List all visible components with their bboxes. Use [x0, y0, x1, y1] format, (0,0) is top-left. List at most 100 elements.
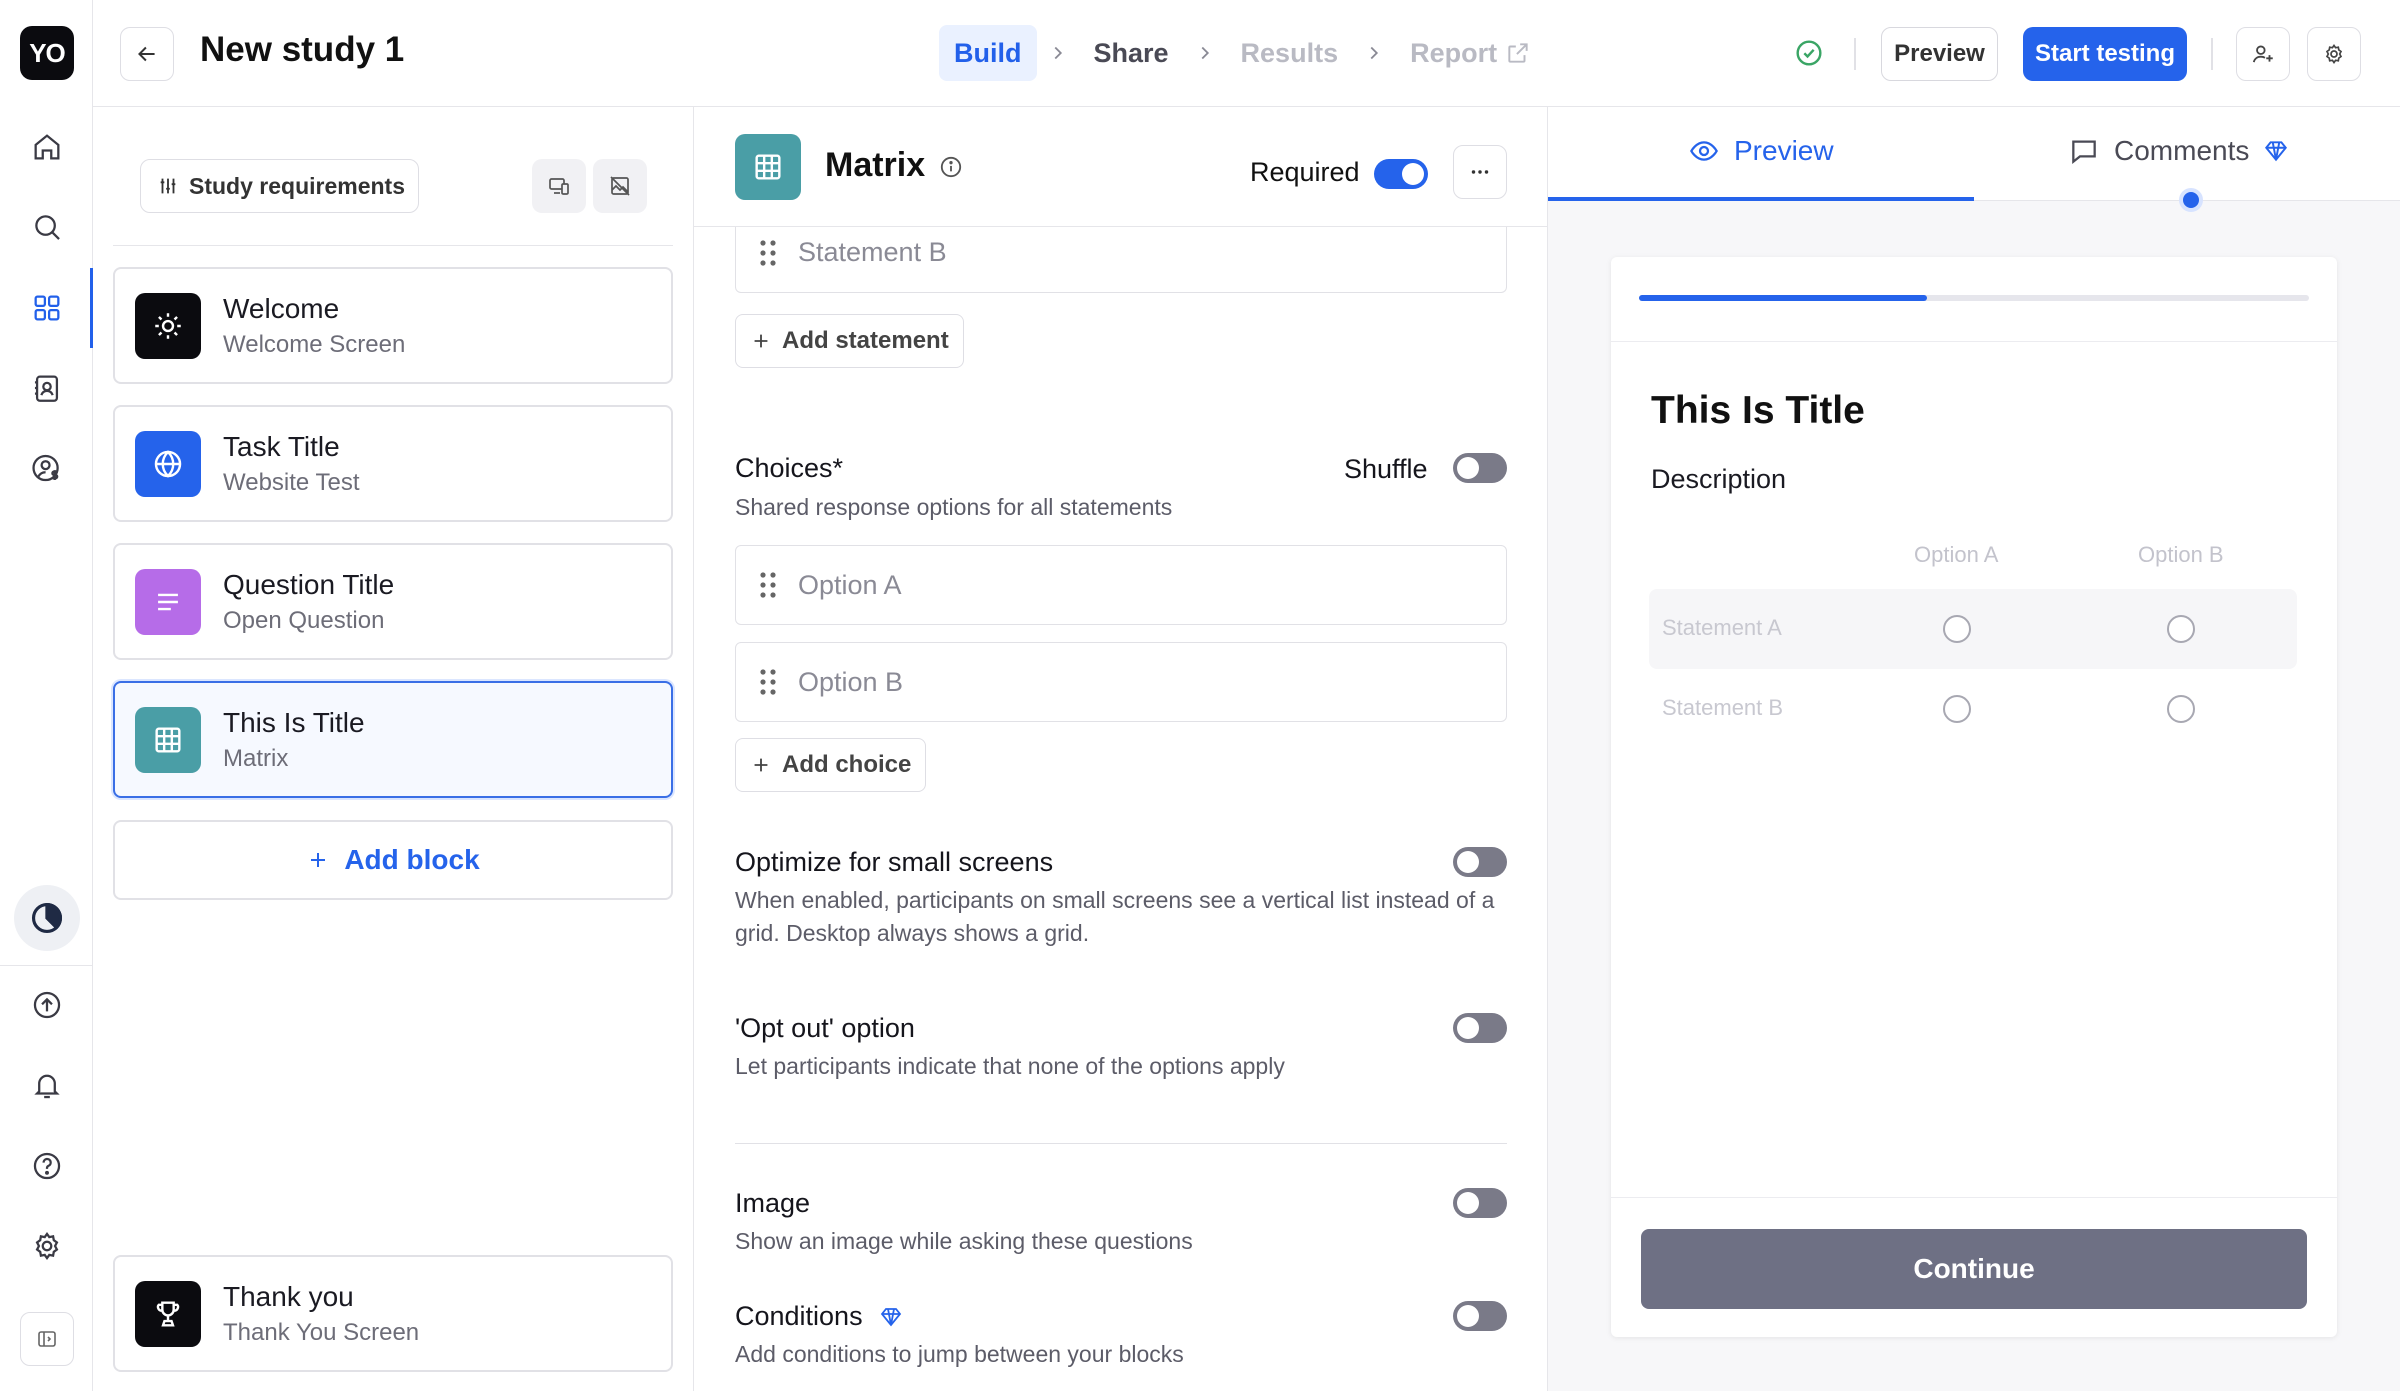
preview-button[interactable]: Preview [1881, 27, 1998, 81]
tab-comments[interactable]: Comments [2068, 135, 2289, 167]
step-report[interactable]: Report [1395, 25, 1546, 81]
preview-tabs: Preview Comments [1548, 107, 2400, 201]
hide-media-button[interactable] [593, 159, 647, 213]
block-question[interactable]: Question Title Open Question [113, 543, 673, 660]
check-circle-icon [1793, 37, 1825, 69]
bell-icon[interactable] [24, 1062, 70, 1108]
matrix-row-label: Statement A [1662, 615, 1782, 640]
drag-handle-icon[interactable] [758, 571, 778, 599]
toolbar-divider [2211, 38, 2213, 70]
user-dollar-icon[interactable] [24, 445, 70, 491]
top-bar: New study 1 Build Share Results Report P… [93, 0, 2400, 107]
conditions-description: Add conditions to jump between your bloc… [735, 1341, 1184, 1367]
block-thank-you[interactable]: Thank you Thank You Screen [113, 1255, 673, 1372]
question-description: Description [1651, 464, 1787, 494]
block-subtitle: Open Question [223, 607, 385, 634]
continue-button[interactable]: Continue [1641, 1229, 2307, 1309]
block-title: Thank you [223, 1281, 354, 1312]
study-requirements-label: Study requirements [189, 172, 405, 199]
matrix-radio[interactable] [1943, 615, 1971, 643]
step-results[interactable]: Results [1226, 25, 1354, 81]
block-subtitle: Website Test [223, 469, 360, 496]
more-options-button[interactable] [1453, 145, 1507, 199]
block-title: Task Title [223, 431, 340, 462]
choice-text: Option A [798, 569, 902, 600]
matrix-row: Statement A [1649, 589, 2297, 669]
chevron-right-icon [1047, 42, 1069, 64]
premium-diamond-icon [879, 1305, 903, 1329]
conditions-title-row: Conditions [735, 1301, 903, 1332]
sliders-icon [160, 178, 176, 194]
block-subtitle: Matrix [223, 745, 289, 772]
preview-panel: Preview Comments This Is Title Descripti… [1548, 107, 2400, 1391]
pie-chart-icon[interactable] [14, 885, 80, 951]
tab-preview-label: Preview [1734, 135, 1834, 166]
add-statement-button[interactable]: Add statement [735, 314, 964, 368]
required-toggle[interactable] [1374, 159, 1428, 189]
plus-icon [750, 330, 772, 352]
block-task[interactable]: Task Title Website Test [113, 405, 673, 522]
blocks-divider [113, 245, 673, 246]
block-matrix[interactable]: This Is Title Matrix [113, 681, 673, 798]
editor-header: Matrix Required [694, 107, 1547, 227]
comment-icon [2068, 135, 2100, 167]
upload-icon[interactable] [24, 982, 70, 1028]
contacts-icon[interactable] [24, 365, 70, 411]
matrix-radio[interactable] [2167, 695, 2195, 723]
device-preview-button[interactable] [532, 159, 586, 213]
app-logo[interactable]: YO [20, 26, 74, 80]
opt-out-toggle[interactable] [1453, 1013, 1507, 1043]
optimize-small-screens-title: Optimize for small screens [735, 847, 1054, 877]
drag-handle-icon[interactable] [758, 239, 778, 267]
block-welcome[interactable]: Welcome Welcome Screen [113, 267, 673, 384]
add-choice-button[interactable]: Add choice [735, 738, 927, 792]
chevron-right-icon [1363, 42, 1385, 64]
matrix-column-header: Option B [2138, 542, 2224, 567]
back-button[interactable] [120, 27, 174, 81]
more-horizontal-icon [1471, 170, 1489, 174]
shuffle-label: Shuffle [1344, 454, 1428, 484]
study-requirements-button[interactable]: Study requirements [140, 159, 419, 213]
block-title: This Is Title [223, 707, 365, 738]
study-title[interactable]: New study 1 [200, 30, 404, 70]
conditions-toggle[interactable] [1453, 1301, 1507, 1331]
comments-indicator-dot [2179, 188, 2203, 212]
choice-field[interactable]: Option B [735, 642, 1507, 722]
add-statement-label: Add statement [782, 327, 949, 354]
info-icon[interactable] [938, 154, 964, 180]
image-title: Image [735, 1188, 811, 1218]
home-icon[interactable] [24, 124, 70, 170]
image-toggle[interactable] [1453, 1188, 1507, 1218]
opt-out-title: 'Opt out' option [735, 1013, 915, 1043]
choice-field[interactable]: Option A [735, 545, 1507, 625]
help-icon[interactable] [24, 1143, 70, 1189]
required-label: Required [1250, 157, 1360, 187]
trophy-icon [135, 1281, 201, 1347]
external-link-icon [1505, 40, 1531, 66]
tab-preview[interactable]: Preview [1688, 135, 1834, 167]
start-testing-button[interactable]: Start testing [2023, 27, 2187, 81]
toolbar-divider [1854, 38, 1856, 70]
add-choice-label: Add choice [782, 751, 912, 778]
optimize-small-screens-toggle[interactable] [1453, 847, 1507, 877]
shuffle-toggle[interactable] [1453, 453, 1507, 483]
search-icon[interactable] [24, 204, 70, 250]
add-collaborator-button[interactable] [2236, 27, 2290, 81]
settings-icon[interactable] [24, 1223, 70, 1269]
grid-icon[interactable] [24, 285, 70, 331]
drag-handle-icon[interactable] [758, 668, 778, 696]
devices-icon [549, 178, 569, 195]
study-settings-button[interactable] [2307, 27, 2361, 81]
sidebar-collapse-icon[interactable] [20, 1312, 74, 1366]
user-plus-icon [2252, 45, 2273, 63]
add-block-button[interactable]: Add block [113, 820, 673, 900]
matrix-radio[interactable] [1943, 695, 1971, 723]
step-share[interactable]: Share [1079, 25, 1184, 81]
statement-text: Statement B [798, 237, 947, 267]
table-icon [135, 707, 201, 773]
matrix-row-label: Statement B [1662, 695, 1784, 720]
step-build[interactable]: Build [939, 25, 1037, 81]
premium-diamond-icon [2263, 138, 2289, 164]
matrix-radio[interactable] [2167, 615, 2195, 643]
card-divider [1611, 341, 2337, 342]
